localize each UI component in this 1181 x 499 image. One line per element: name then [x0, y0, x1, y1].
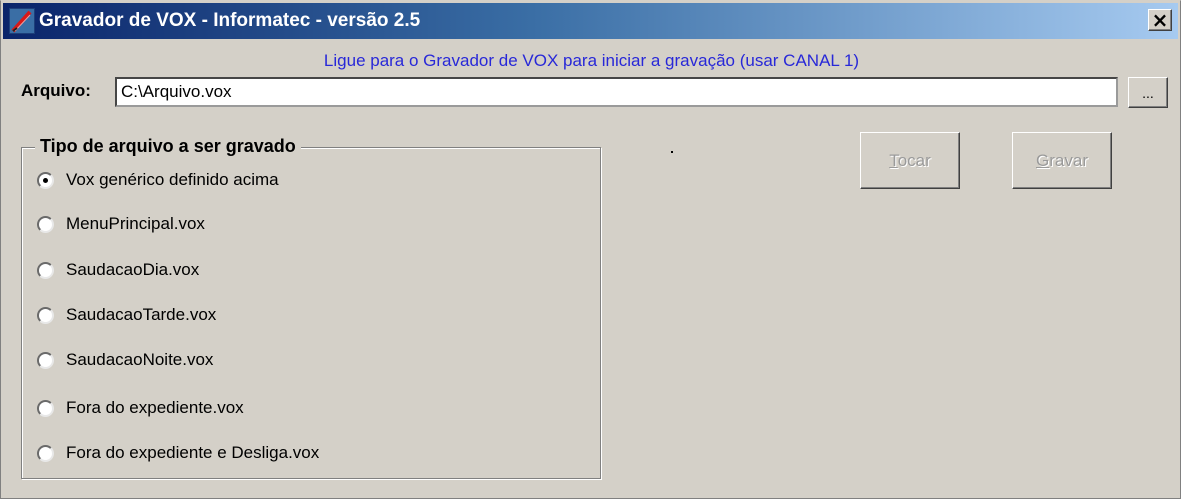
app-icon — [9, 8, 35, 34]
file-label: Arquivo: — [21, 81, 91, 100]
radio-unchecked-icon[interactable] — [37, 261, 54, 279]
close-icon: × — [1151, 8, 1169, 32]
close-button[interactable]: × — [1148, 8, 1172, 32]
radio-unchecked-icon[interactable] — [37, 444, 54, 462]
radio-label: SaudacaoNoite.vox — [66, 350, 214, 369]
record-button-label: ravar — [1049, 151, 1088, 170]
groupbox-title: Tipo de arquivo a ser gravado — [35, 134, 301, 158]
play-button[interactable]: Tocar — [860, 132, 960, 189]
play-button-hotkey: T — [889, 151, 898, 170]
radio-label: Fora do expediente e Desliga.vox — [66, 443, 320, 462]
radio-label: MenuPrincipal.vox — [66, 214, 205, 233]
radio-option[interactable]: Fora do expediente.vox — [37, 396, 244, 420]
radio-option[interactable]: SaudacaoDia.vox — [37, 258, 199, 282]
browse-button[interactable]: ... — [1128, 77, 1168, 108]
stray-dot — [671, 151, 673, 153]
main-window: Gravador de VOX - Informatec - versão 2.… — [0, 0, 1181, 499]
radio-label: SaudacaoTarde.vox — [66, 305, 217, 324]
window-title: Gravador de VOX - Informatec - versão 2.… — [39, 10, 421, 31]
radio-unchecked-icon[interactable] — [37, 215, 54, 233]
radio-unchecked-icon[interactable] — [37, 306, 54, 324]
title-bar[interactable]: Gravador de VOX - Informatec - versão 2.… — [3, 3, 1178, 39]
radio-unchecked-icon[interactable] — [37, 399, 54, 417]
record-button[interactable]: Gravar — [1012, 132, 1112, 189]
play-button-label: ocar — [897, 151, 931, 170]
radio-option[interactable]: MenuPrincipal.vox — [37, 212, 205, 236]
radio-option[interactable]: Vox genérico definido acima — [37, 168, 279, 192]
radio-checked-icon[interactable] — [37, 171, 54, 189]
radio-unchecked-icon[interactable] — [37, 351, 54, 369]
radio-label: SaudacaoDia.vox — [66, 260, 200, 279]
radio-option[interactable]: SaudacaoTarde.vox — [37, 303, 216, 327]
record-button-hotkey: G — [1036, 151, 1050, 170]
radio-option[interactable]: Fora do expediente e Desliga.vox — [37, 441, 319, 465]
radio-option[interactable]: SaudacaoNoite.vox — [37, 348, 213, 372]
radio-label: Fora do expediente.vox — [66, 398, 244, 417]
radio-label: Vox genérico definido acima — [66, 170, 279, 189]
info-text: Ligue para o Gravador de VOX para inicia… — [323, 51, 860, 70]
file-path-input[interactable] — [115, 77, 1118, 107]
